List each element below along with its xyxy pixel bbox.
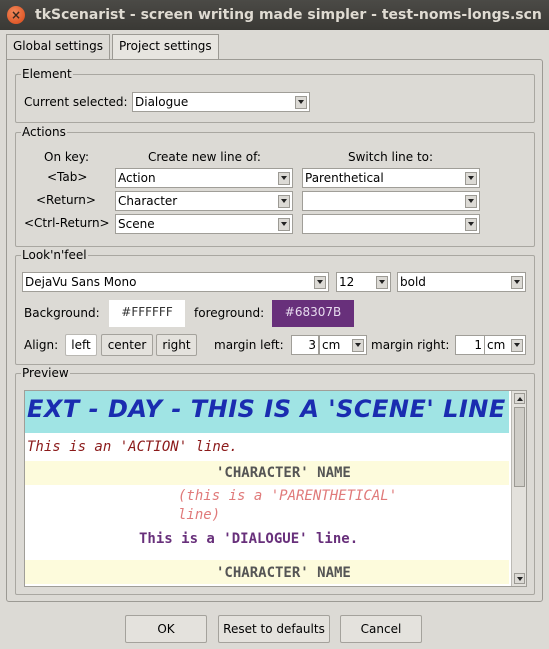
cancel-button[interactable]: Cancel [340, 615, 422, 643]
margin-right-input[interactable]: 1 [455, 335, 485, 355]
character-line: 'CHARACTER' NAME [216, 465, 351, 481]
current-selected-combo[interactable]: Dialogue [132, 92, 310, 112]
tab-switch-combo[interactable]: Parenthetical [302, 168, 480, 188]
align-label: Align: [24, 338, 59, 352]
return-create-combo[interactable]: Character [115, 191, 293, 211]
tab-global-settings[interactable]: Global settings [6, 34, 110, 60]
actions-legend: Actions [22, 125, 66, 139]
margin-left-unit-combo[interactable]: cm [319, 335, 367, 355]
preview-scrollbar[interactable] [511, 391, 526, 586]
current-selected-value: Dialogue [135, 95, 189, 109]
create-line-header: Create new line of: [148, 150, 261, 164]
font-size-combo[interactable]: 12 [336, 272, 391, 292]
current-selected-label: Current selected: [24, 95, 128, 109]
on-key-header: On key: [44, 150, 90, 164]
font-style-value: bold [400, 275, 426, 289]
tab-project-settings[interactable]: Project settings [111, 34, 219, 59]
chevron-down-icon[interactable] [511, 339, 523, 352]
ok-button[interactable]: OK [125, 615, 207, 643]
action-line: This is an 'ACTION' line. [27, 439, 238, 455]
preview-area: EXT - DAY - THIS IS A 'SCENE' LINE This … [24, 390, 527, 587]
margin-right-unit-value: cm [487, 338, 506, 352]
chevron-down-icon[interactable] [465, 218, 477, 231]
margin-left-label: margin left: [214, 338, 284, 352]
background-color-button[interactable]: #FFFFFF [109, 300, 185, 327]
chevron-down-icon[interactable] [511, 276, 523, 289]
scroll-thumb[interactable] [514, 407, 525, 487]
background-label: Background: [24, 306, 100, 320]
reset-defaults-button[interactable]: Reset to defaults [218, 615, 330, 643]
align-center-button[interactable]: center [101, 334, 153, 356]
ctrl-return-switch-combo[interactable] [302, 214, 480, 234]
chevron-down-icon[interactable] [352, 339, 364, 352]
character-line-2: 'CHARACTER' NAME [216, 565, 351, 581]
key-ctrl-return-label: <Ctrl-Return> [24, 216, 110, 230]
tab-bar: Global settings Project settings [6, 34, 221, 60]
preview-legend: Preview [22, 366, 69, 380]
tab-create-value: Action [118, 171, 156, 185]
window-title: tkScenarist - screen writing made simple… [35, 7, 542, 23]
close-icon[interactable]: × [7, 6, 25, 24]
chevron-down-icon[interactable] [465, 195, 477, 208]
parenthetical-line-1: (this is a 'PARENTHETICAL' [178, 488, 398, 504]
font-style-combo[interactable]: bold [397, 272, 526, 292]
switch-line-header: Switch line to: [348, 150, 434, 164]
margin-left-unit-value: cm [322, 338, 341, 352]
font-family-value: DejaVu Sans Mono [25, 275, 137, 289]
return-switch-combo[interactable] [302, 191, 480, 211]
title-bar: × tkScenarist - screen writing made simp… [0, 0, 549, 30]
align-right-button[interactable]: right [156, 334, 197, 356]
looknfeel-legend: Look'n'feel [22, 248, 87, 262]
chevron-down-icon[interactable] [465, 172, 477, 185]
align-left-button[interactable]: left [65, 334, 97, 356]
margin-right-label: margin right: [371, 338, 450, 352]
margin-left-input[interactable]: 3 [291, 335, 319, 355]
key-tab-label: <Tab> [47, 170, 88, 184]
chevron-down-icon[interactable] [278, 172, 290, 185]
scene-line: EXT - DAY - THIS IS A 'SCENE' LINE [27, 395, 506, 423]
scroll-up-icon[interactable] [514, 393, 525, 404]
tab-switch-value: Parenthetical [305, 171, 384, 185]
element-legend: Element [22, 67, 72, 81]
chevron-down-icon[interactable] [295, 96, 307, 109]
chevron-down-icon[interactable] [314, 276, 326, 289]
parenthetical-line-2: line) [178, 507, 221, 523]
font-size-value: 12 [339, 275, 355, 289]
font-family-combo[interactable]: DejaVu Sans Mono [22, 272, 329, 292]
dialogue-line: This is a 'DIALOGUE' line. [139, 531, 359, 547]
ctrl-return-create-value: Scene [118, 217, 155, 231]
chevron-down-icon[interactable] [278, 195, 290, 208]
chevron-down-icon[interactable] [376, 276, 388, 289]
margin-right-unit-combo[interactable]: cm [484, 335, 526, 355]
scroll-down-icon[interactable] [514, 573, 525, 584]
ctrl-return-create-combo[interactable]: Scene [115, 214, 293, 234]
foreground-label: foreground: [194, 306, 265, 320]
foreground-color-button[interactable]: #68307B [272, 300, 354, 327]
tab-create-combo[interactable]: Action [115, 168, 293, 188]
chevron-down-icon[interactable] [278, 218, 290, 231]
return-create-value: Character [118, 194, 178, 208]
key-return-label: <Return> [36, 193, 96, 207]
